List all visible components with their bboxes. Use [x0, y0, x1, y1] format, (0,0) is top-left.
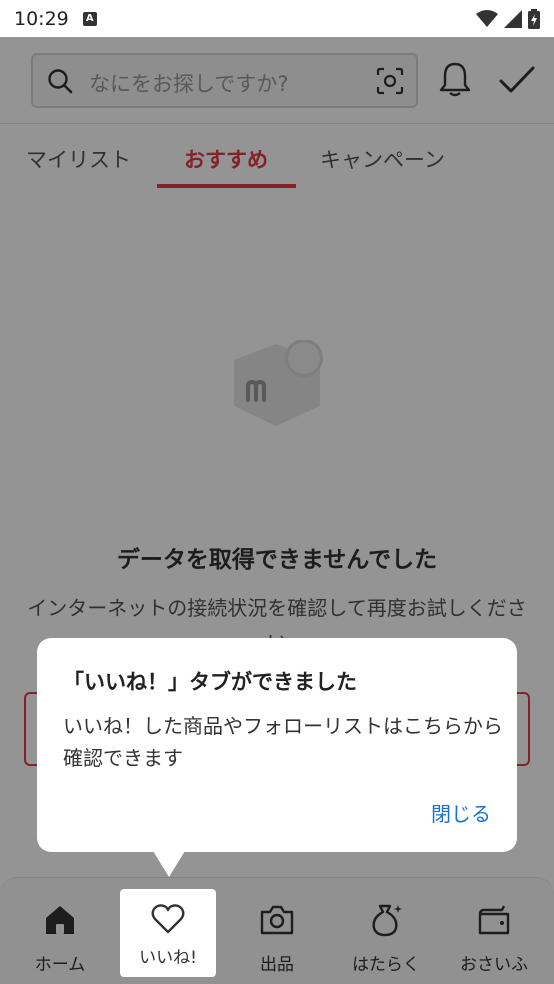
- battery-icon: [528, 8, 540, 29]
- status-icons: [476, 8, 540, 29]
- signal-icon: [504, 9, 522, 28]
- nav-like-label: いいね!: [139, 948, 197, 968]
- tooltip-body: いいね！した商品やフォローリストはこちらから確認できます: [63, 714, 503, 770]
- heart-icon: [151, 904, 185, 934]
- tooltip-arrow: [153, 851, 185, 877]
- like-tab-tooltip: 「いいね！」タブができました いいね！した商品やフォローリストはこちらから確認で…: [37, 638, 517, 852]
- nav-like[interactable]: いいね!: [120, 889, 216, 977]
- tooltip-title: 「いいね！」タブができました: [63, 670, 357, 694]
- close-button[interactable]: 閉じる: [431, 798, 491, 827]
- status-bar: 10:29 A: [0, 0, 554, 37]
- notification-icon: A: [82, 11, 97, 26]
- status-time: 10:29: [14, 7, 69, 30]
- wifi-icon: [476, 9, 498, 27]
